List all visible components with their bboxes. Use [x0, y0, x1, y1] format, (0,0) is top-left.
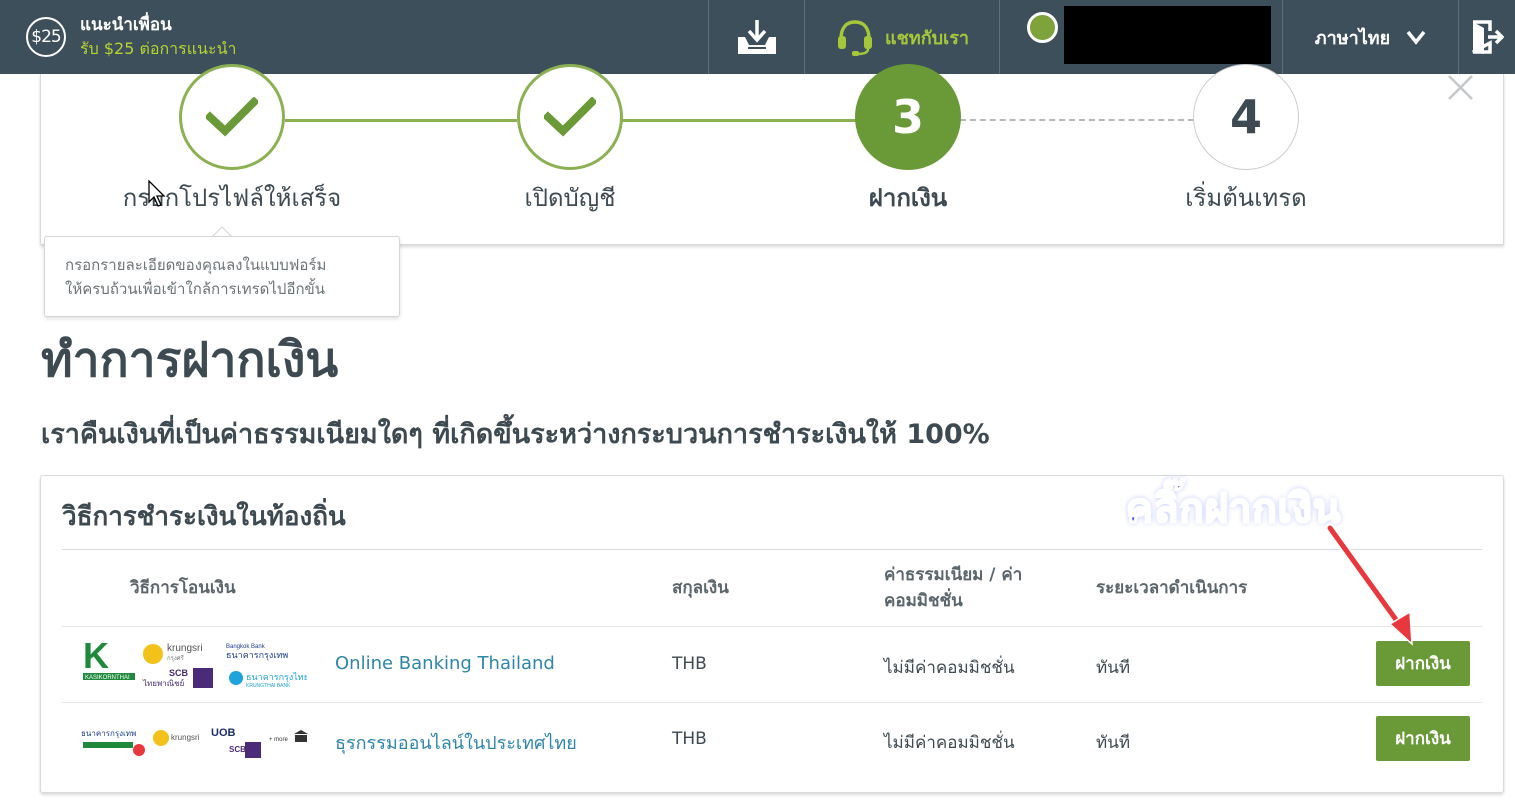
column-header-processing-time: ระยะเวลาดำเนินการ — [1096, 578, 1248, 598]
headset-icon — [838, 20, 873, 56]
chat-button[interactable]: แชทกับเรา — [804, 0, 999, 74]
tooltip-line-1: กรอกรายละเอียดของคุณลงในแบบฟอร์ม — [65, 256, 327, 274]
scb-logo-text: SCB — [169, 668, 189, 678]
ktb-logo-text: KRUNGTHAI BANK — [246, 683, 291, 689]
page-subtitle: เราคืนเงินที่เป็นค่าธรรมเนียมใดๆ ที่เกิด… — [41, 419, 990, 450]
krungsri-logo-text-th: กรุงศรี — [167, 654, 185, 662]
checkmark-icon — [544, 97, 596, 137]
bangkok-bank-logo-text-th: ธนาคารกรุงเทพ — [226, 650, 288, 661]
step-1-label: กรอกโปรไฟล์ให้เสร็จ — [122, 184, 342, 212]
annotation-arrow-icon — [1325, 523, 1413, 646]
mouse-cursor-icon — [148, 180, 166, 207]
step-2-label: เปิดบัญชี — [524, 184, 616, 212]
krungsri-logo-text: krungsri — [167, 643, 203, 654]
krungsri-logo-text: krungsri — [171, 733, 200, 742]
kbank-k-logo: K — [83, 636, 109, 676]
fee-cell: ไม่มีค่าคอมมิชชั่น — [884, 733, 1015, 753]
step-connector — [960, 119, 1194, 121]
page-title: ทำการฝากเงิน — [41, 332, 339, 388]
uob-logo-text: UOB — [211, 727, 236, 739]
bank-logos-row-2: ธนาคารกรุงเทพ krungsri UOB SCB + more — [81, 727, 308, 758]
section-title: วิธีการชำระเงินในท้องถิ่น — [62, 502, 346, 532]
refer-friend-promo[interactable]: $25 แนะนำเพื่อน รับ $25 ต่อการแนะนำ — [0, 0, 708, 74]
processing-time-cell: ทันที — [1096, 658, 1131, 678]
step-4-pending[interactable]: 4 — [1193, 64, 1299, 170]
more-banks-text: + more — [269, 737, 289, 743]
step-2-complete[interactable] — [517, 64, 623, 170]
user-account-menu[interactable] — [999, 0, 1282, 74]
top-bar: $25 แนะนำเพื่อน รับ $25 ต่อการแนะนำ แชทก… — [0, 0, 1515, 74]
annotation-label: คลิ๊กฝากเงิน — [1125, 485, 1342, 533]
processing-time-cell: ทันที — [1096, 733, 1131, 753]
payment-method-link[interactable]: Online Banking Thailand — [335, 653, 555, 674]
step-4-label: เริ่มต้นเทรด — [1185, 184, 1307, 212]
online-status-icon — [1027, 12, 1058, 43]
logout-icon — [1472, 20, 1504, 54]
column-header-fee-line-1: ค่าธรรมเนียม / ค่า — [884, 565, 1023, 585]
kbank-logo-text: KASIKORNTHAI — [85, 675, 130, 681]
step-connector — [622, 119, 856, 122]
download-button[interactable] — [708, 0, 804, 74]
refer-title: แนะนำเพื่อน — [80, 15, 172, 35]
chat-label: แชทกับเรา — [885, 27, 969, 49]
column-header-currency: สกุลเงิน — [672, 578, 729, 598]
redacted-username — [1064, 6, 1271, 64]
row-divider — [62, 626, 1482, 627]
language-selector[interactable]: ภาษาไทย — [1282, 0, 1458, 74]
refer-subtitle: รับ $25 ต่อการแนะนำ — [80, 39, 237, 58]
column-header-fee-line-2: คอมมิชชั่น — [884, 591, 963, 611]
scb-logo-text: SCB — [229, 745, 246, 754]
divider — [62, 549, 1482, 550]
step-3-label: ฝากเงิน — [868, 184, 948, 212]
column-header-fee: ค่าธรรมเนียม / ค่า คอมมิชชั่น — [884, 562, 1022, 614]
currency-cell: THB — [672, 729, 707, 749]
tooltip-line-2: ให้ครบถ้วนเพื่อเข้าใกล้การเทรดไปอีกขั้น — [65, 280, 326, 298]
download-icon — [737, 20, 776, 54]
payment-method-link[interactable]: ธุรกรรมออนไลน์ในประเทศไทย — [335, 728, 577, 757]
step-tooltip: กรอกรายละเอียดของคุณลงในแบบฟอร์ม ให้ครบถ… — [44, 236, 400, 317]
logout-button[interactable] — [1458, 0, 1515, 74]
step-connector — [285, 119, 517, 122]
column-header-method: วิธีการโอนเงิน — [130, 578, 236, 598]
ktb-logo-text-th: ธนาคารกรุงไทย — [246, 672, 307, 683]
checkmark-icon — [206, 97, 258, 137]
chevron-down-icon — [1406, 30, 1426, 45]
step-1-complete[interactable] — [179, 64, 285, 170]
fee-cell: ไม่มีค่าคอมมิชชั่น — [884, 658, 1015, 678]
scb-logo-text-th: ไทยพาณิชย์ — [142, 678, 184, 688]
onboarding-steps: 3 4 กรอกโปรไฟล์ให้เสร็จ เปิดบัญชี ฝากเงิ… — [40, 64, 1504, 245]
deposit-button[interactable]: ฝากเงิน — [1376, 716, 1470, 761]
step-3-active[interactable]: 3 — [855, 64, 961, 170]
language-label: ภาษาไทย — [1314, 27, 1391, 49]
bangkok-bank-logo-text-th: ธนาคารกรุงเทพ — [81, 729, 136, 738]
currency-cell: THB — [672, 654, 707, 674]
close-icon[interactable] — [1445, 74, 1475, 104]
refer-badge-icon: $25 — [26, 17, 66, 57]
bank-logos-row-1: K KASIKORNTHAI krungsri กรุงศรี Bangkok … — [83, 636, 307, 689]
row-divider — [62, 702, 1482, 703]
